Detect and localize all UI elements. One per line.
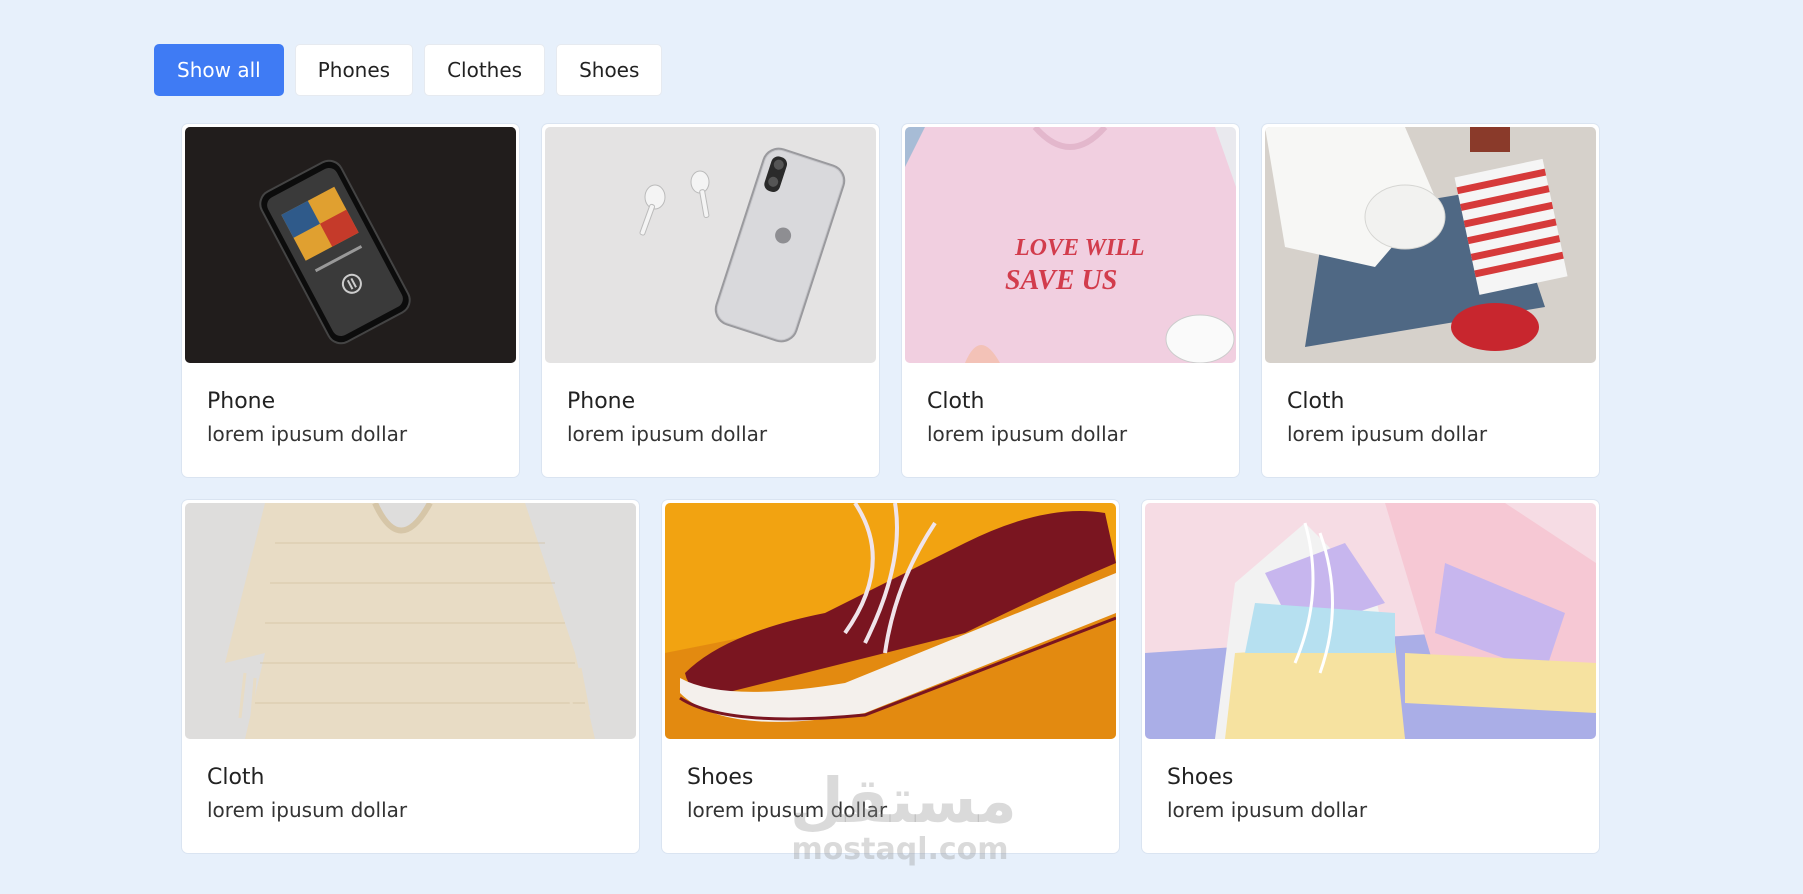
portfolio-page: Show all Phones Clothes Shoes Phone lore… xyxy=(0,0,1803,894)
product-card[interactable]: Phone lorem ipusum dollar xyxy=(182,124,519,477)
product-description: lorem ipusum dollar xyxy=(207,798,408,822)
product-description: lorem ipusum dollar xyxy=(1167,798,1368,822)
product-image-phone xyxy=(185,127,516,363)
product-image-shoes xyxy=(1145,503,1596,739)
shirt-print-line-1: LOVE WILL xyxy=(1014,235,1145,261)
product-card[interactable]: Phone lorem ipusum dollar xyxy=(542,124,879,477)
filter-clothes-button[interactable]: Clothes xyxy=(424,44,546,96)
product-card[interactable]: LOVE WILL SAVE US Cloth lorem ipusum dol… xyxy=(902,124,1239,477)
product-title: Cloth xyxy=(927,389,985,414)
product-image-cloth: LOVE WILL SAVE US xyxy=(905,127,1236,363)
product-description: lorem ipusum dollar xyxy=(567,422,768,446)
product-card[interactable]: Shoes lorem ipusum dollar xyxy=(662,500,1119,853)
product-title: Phone xyxy=(207,389,276,414)
product-description: lorem ipusum dollar xyxy=(927,422,1128,446)
product-title: Shoes xyxy=(687,765,754,790)
product-card[interactable]: Cloth lorem ipusum dollar xyxy=(182,500,639,853)
product-image-phone xyxy=(545,127,876,363)
product-image-cloth xyxy=(1265,127,1596,363)
filter-phones-button[interactable]: Phones xyxy=(294,44,414,96)
product-image-cloth xyxy=(185,503,636,739)
product-image-shoes xyxy=(665,503,1116,739)
product-description: lorem ipusum dollar xyxy=(207,422,408,446)
product-title: Cloth xyxy=(1287,389,1345,414)
product-description: lorem ipusum dollar xyxy=(1287,422,1488,446)
product-title: Phone xyxy=(567,389,636,414)
product-description: lorem ipusum dollar xyxy=(687,798,888,822)
product-title: Cloth xyxy=(207,765,265,790)
filter-show-all-button[interactable]: Show all xyxy=(154,44,284,96)
product-card[interactable]: Cloth lorem ipusum dollar xyxy=(1262,124,1599,477)
filter-bar: Show all Phones Clothes Shoes xyxy=(154,44,663,96)
product-title: Shoes xyxy=(1167,765,1234,790)
product-card[interactable]: Shoes lorem ipusum dollar xyxy=(1142,500,1599,853)
filter-shoes-button[interactable]: Shoes xyxy=(556,44,663,96)
shirt-print-line-2: SAVE US xyxy=(1005,265,1117,296)
